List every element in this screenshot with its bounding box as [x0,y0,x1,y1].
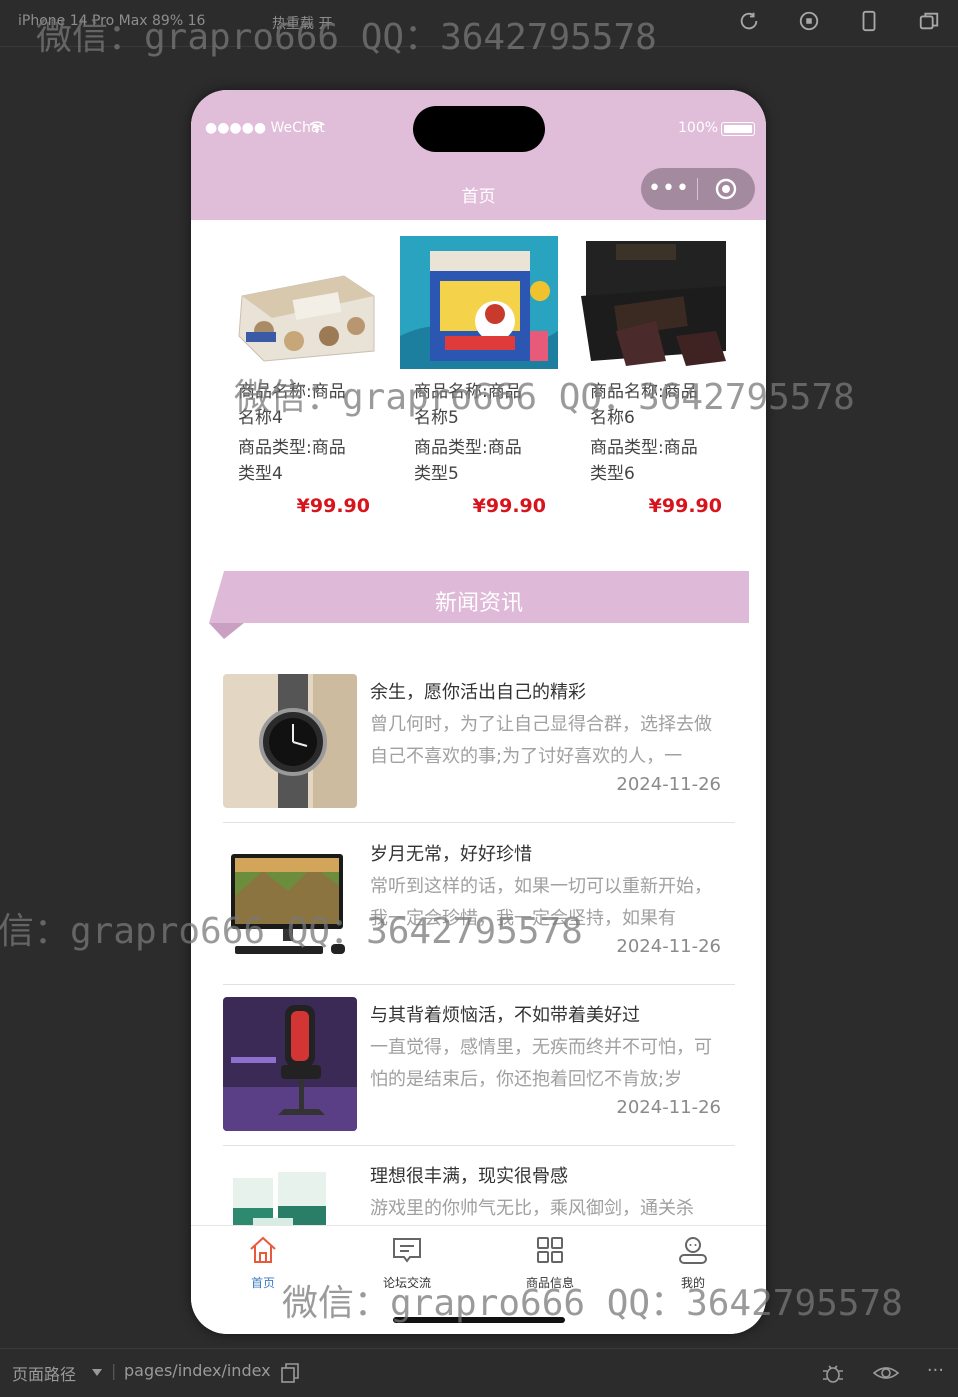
news-description: 游戏里的你帅气无比，乘风御剑，通关杀 [370,1198,694,1219]
more-options-icon[interactable]: ··· [927,1361,944,1385]
chevron-down-icon[interactable] [92,1369,102,1377]
phone-icon[interactable] [858,10,880,32]
news-title: 理想很丰满，现实很骨感 [370,1166,568,1187]
bug-icon[interactable] [821,1361,845,1385]
page-path-label[interactable]: 页面路径 [12,1361,76,1385]
product-image [400,236,558,369]
menu-capsule: ••• [641,168,755,210]
product-type: 商品类型:商品类型5 [414,438,522,484]
navigation-bar: 首页 ••• [191,162,766,220]
product-image [576,236,734,369]
window-icon[interactable] [918,10,940,32]
page-path: pages/index/index [124,1361,271,1380]
news-item[interactable]: 余生，愿你活出自己的精彩 曾几何时，为了让自己显得合群，选择去做自己不喜欢的事;… [223,662,735,823]
wifi-icon [309,121,325,133]
product-price: ¥99.90 [296,495,370,517]
news-section-header: 新闻资讯 [209,571,749,641]
news-date: 2024-11-26 [616,774,721,795]
news-title: 岁月无常，好好珍惜 [370,844,532,865]
news-thumbnail [223,1158,357,1225]
copy-icon[interactable] [281,1363,299,1383]
news-item[interactable]: 与其背着烦恼活，不如带着美好过 一直觉得，感情里，无疾而终并不可怕，可怕的是结束… [223,985,735,1146]
close-button[interactable] [698,177,754,201]
product-image [224,236,382,369]
more-button[interactable]: ••• [641,168,697,210]
news-date: 2024-11-26 [616,1097,721,1118]
section-title: 新闻资讯 [434,591,523,616]
watermark-text: 微信：grapro666 QQ：3642795578 [234,377,855,418]
battery-icon [721,122,755,136]
battery-percent: 100% [678,120,719,136]
devtools-statusbar: 页面路径 | pages/index/index ··· [0,1348,958,1397]
news-title: 余生，愿你活出自己的精彩 [370,682,586,703]
product-price: ¥99.90 [648,495,722,517]
dynamic-island [413,106,545,152]
news-title: 与其背着烦恼活，不如带着美好过 [370,1005,640,1026]
divider: | [111,1361,117,1380]
home-icon [250,1236,276,1263]
watermark-text: 微信：grapro666 QQ：3642795578 [282,1283,903,1324]
product-type: 商品类型:商品类型4 [238,438,346,484]
news-thumbnail [223,674,357,808]
news-description: 一直觉得，感情里，无疾而终并不可怕，可怕的是结束后，你还抱着回忆不肯放;岁 [370,1037,712,1090]
news-thumbnail [223,997,357,1131]
grid-icon [537,1237,563,1263]
forum-icon [393,1238,421,1263]
news-description: 曾几何时，为了让自己显得合群，选择去做自己不喜欢的事;为了讨好喜欢的人，一 [370,714,712,767]
news-date: 2024-11-26 [616,936,721,957]
refresh-icon[interactable] [738,10,760,32]
phone-simulator: ●●●●● WeChat 100% 首页 ••• 商品名称:商品名称4 商品类型… [191,90,766,1334]
watermark-text: 微信：grapro666 QQ：3642795578 [0,911,583,952]
user-icon [679,1237,707,1264]
status-bar: ●●●●● WeChat 100% [191,90,766,162]
news-item[interactable]: 理想很丰满，现实很骨感 游戏里的你帅气无比，乘风御剑，通关杀 [223,1146,735,1225]
eye-icon[interactable] [872,1361,899,1385]
stop-icon[interactable] [798,10,820,32]
watermark-text: 微信：grapro666 QQ：3642795578 [36,17,657,58]
product-type: 商品类型:商品类型6 [590,438,698,484]
product-price: ¥99.90 [472,495,546,517]
target-icon [715,178,737,200]
carrier-label: ●●●●● WeChat [205,120,325,136]
